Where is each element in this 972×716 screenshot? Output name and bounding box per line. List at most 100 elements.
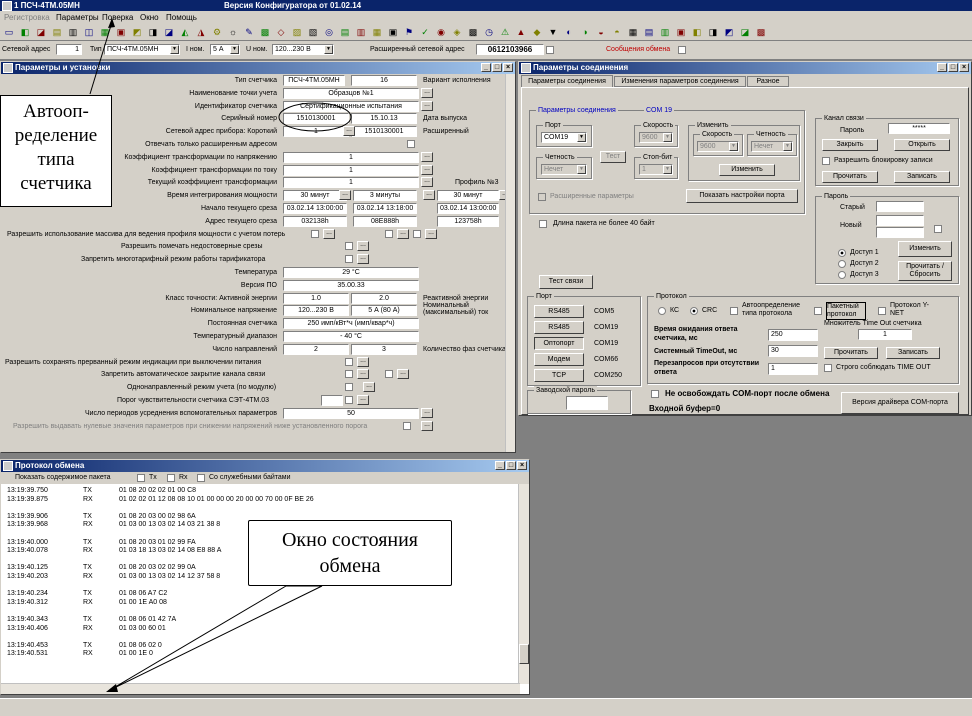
port-button[interactable]: TCP <box>534 369 584 382</box>
edit-button[interactable]: ... <box>357 241 369 251</box>
toolbar-tool-icon[interactable]: ◧ <box>691 27 703 38</box>
wait-input[interactable]: 250 <box>768 329 818 341</box>
menu-item-params[interactable]: Параметры <box>56 11 99 24</box>
edit-button[interactable]: ... <box>397 229 409 239</box>
toolbar-tool-icon[interactable]: ⚙ <box>211 27 223 38</box>
menu-item-help[interactable]: Помощь <box>166 11 197 24</box>
toolbar-tool-icon[interactable]: ⚠ <box>499 27 511 38</box>
auto-proto-checkbox[interactable] <box>730 307 738 315</box>
log-hscroll[interactable] <box>1 683 520 694</box>
edit-button[interactable]: ... <box>421 101 433 111</box>
param-value[interactable]: Сертификационные испытания <box>283 101 419 112</box>
param-checkbox[interactable] <box>385 370 393 378</box>
param-value-2[interactable]: 5 А (80 А) <box>351 305 417 316</box>
port-select[interactable]: COM19 ▼ <box>541 132 587 143</box>
show-contents-checkbox[interactable] <box>137 474 145 482</box>
toolbar-tool-icon[interactable]: ✓ <box>419 27 431 38</box>
parity-select[interactable]: Нечет ▼ <box>541 164 587 175</box>
edit-button[interactable]: ... <box>421 177 433 187</box>
param-value-2[interactable]: 03.02.14 13:18:00 <box>353 203 417 214</box>
show-password-checkbox[interactable] <box>934 225 942 233</box>
maximize-icon[interactable]: □ <box>948 63 958 72</box>
multiplier-input[interactable]: 1 <box>858 329 912 340</box>
toolbar-tool-icon[interactable]: ◷ <box>483 27 495 38</box>
kc-radio[interactable] <box>658 307 666 315</box>
show-port-button[interactable]: Показать настройки порта <box>686 189 798 203</box>
long-packet-checkbox[interactable] <box>539 220 547 228</box>
edit-button[interactable]: ... <box>323 229 335 239</box>
write2-button[interactable]: Записать <box>886 347 940 359</box>
edit-button[interactable]: ... <box>357 395 369 405</box>
param-value-2[interactable]: 3 минуты <box>353 190 417 201</box>
param-value-2[interactable]: 16 <box>351 75 417 86</box>
close-icon[interactable]: × <box>503 63 513 72</box>
toolbar-tool-icon[interactable]: ◎ <box>323 27 335 38</box>
param-value-2[interactable]: 08E888h <box>353 216 417 227</box>
packet-proto-checkbox[interactable] <box>814 307 822 315</box>
log-vscroll[interactable] <box>518 484 529 684</box>
port-button[interactable]: RS485 <box>534 305 584 318</box>
toolbar-tool-icon[interactable]: ▤ <box>643 27 655 38</box>
param-value[interactable]: 250 имп/кВт*ч (имп/квар*ч) <box>283 318 419 329</box>
net-address-input[interactable]: 1 <box>56 44 82 55</box>
edit-button[interactable]: ... <box>425 229 437 239</box>
toolbar-tool-icon[interactable]: ✎ <box>243 27 255 38</box>
toolbar-tool-icon[interactable]: ◪ <box>163 27 175 38</box>
port-button[interactable]: Оптопорт <box>534 337 584 350</box>
edit-button[interactable]: ... <box>357 357 369 367</box>
param-checkbox[interactable] <box>385 230 393 238</box>
strict-timeout-checkbox[interactable] <box>824 364 832 372</box>
edit-button[interactable]: ... <box>397 369 409 379</box>
inom-select[interactable]: 5 А ▼ <box>210 44 240 55</box>
toolbar-tool-icon[interactable]: ◩ <box>723 27 735 38</box>
toolbar-tool-icon[interactable]: ▭ <box>3 27 15 38</box>
param-checkbox[interactable] <box>413 230 421 238</box>
unom-select[interactable]: 120...230 В ▼ <box>272 44 334 55</box>
menu-item-window[interactable]: Окно <box>140 11 159 24</box>
messages-checkbox[interactable] <box>678 46 686 54</box>
ynet-checkbox[interactable] <box>878 307 886 315</box>
access2-radio[interactable] <box>838 260 846 268</box>
toolbar-tool-icon[interactable]: ▼ <box>547 27 559 38</box>
toolbar-tool-icon[interactable]: ◓ <box>611 27 623 38</box>
change-password-button[interactable]: Изменить <box>898 241 952 257</box>
maximize-icon[interactable]: □ <box>506 461 516 470</box>
toolbar-tool-icon[interactable]: ◧ <box>19 27 31 38</box>
new-password-input[interactable] <box>876 215 924 226</box>
param-value-3[interactable]: 123758h <box>437 216 499 227</box>
menu-item-registration[interactable]: Регистровка <box>4 11 50 24</box>
tx-checkbox[interactable] <box>167 474 175 482</box>
param-value-2[interactable]: 2.0 <box>351 293 417 304</box>
toolbar-tool-icon[interactable]: ☼ <box>227 27 239 38</box>
toolbar-tool-icon[interactable]: ◪ <box>739 27 751 38</box>
speed2-select[interactable]: 9600 ▼ <box>697 141 739 152</box>
new-password-confirm[interactable] <box>876 227 924 238</box>
ext-address-checkbox[interactable] <box>546 46 554 54</box>
param-checkbox[interactable] <box>345 396 353 404</box>
param-checkbox[interactable] <box>345 370 353 378</box>
param-value[interactable]: 1.0 <box>283 293 349 304</box>
edit-button[interactable]: ... <box>421 421 433 431</box>
param-value-2[interactable]: 1510130001 <box>351 126 417 137</box>
edit-button[interactable]: ... <box>421 408 433 418</box>
port-button[interactable]: RS485 <box>534 321 584 334</box>
maximize-icon[interactable]: □ <box>492 63 502 72</box>
toolbar-tool-icon[interactable]: ▥ <box>355 27 367 38</box>
param-checkbox[interactable] <box>407 140 415 148</box>
read-reset-button[interactable]: Прочитать / Сбросить <box>898 261 952 281</box>
edit-button[interactable]: ... <box>421 152 433 162</box>
close-icon[interactable]: × <box>517 461 527 470</box>
old-password-input[interactable] <box>876 201 924 212</box>
param-value[interactable]: 1510130001 <box>283 113 349 124</box>
param-value[interactable]: 29 °C <box>283 267 419 278</box>
param-value-2[interactable]: 3 <box>351 344 417 355</box>
param-value-2[interactable]: 15.10.13 <box>351 113 417 124</box>
ext-params-checkbox[interactable] <box>538 193 546 201</box>
toolbar-tool-icon[interactable]: ◭ <box>179 27 191 38</box>
ext-address-input[interactable]: 0612103966 <box>476 44 544 55</box>
read2-button[interactable]: Прочитать <box>824 347 878 359</box>
edit-button[interactable]: ... <box>343 126 355 136</box>
close-icon[interactable]: × <box>959 63 969 72</box>
param-value[interactable]: 30 минут <box>283 190 347 201</box>
toolbar-tool-icon[interactable]: ◇ <box>275 27 287 38</box>
